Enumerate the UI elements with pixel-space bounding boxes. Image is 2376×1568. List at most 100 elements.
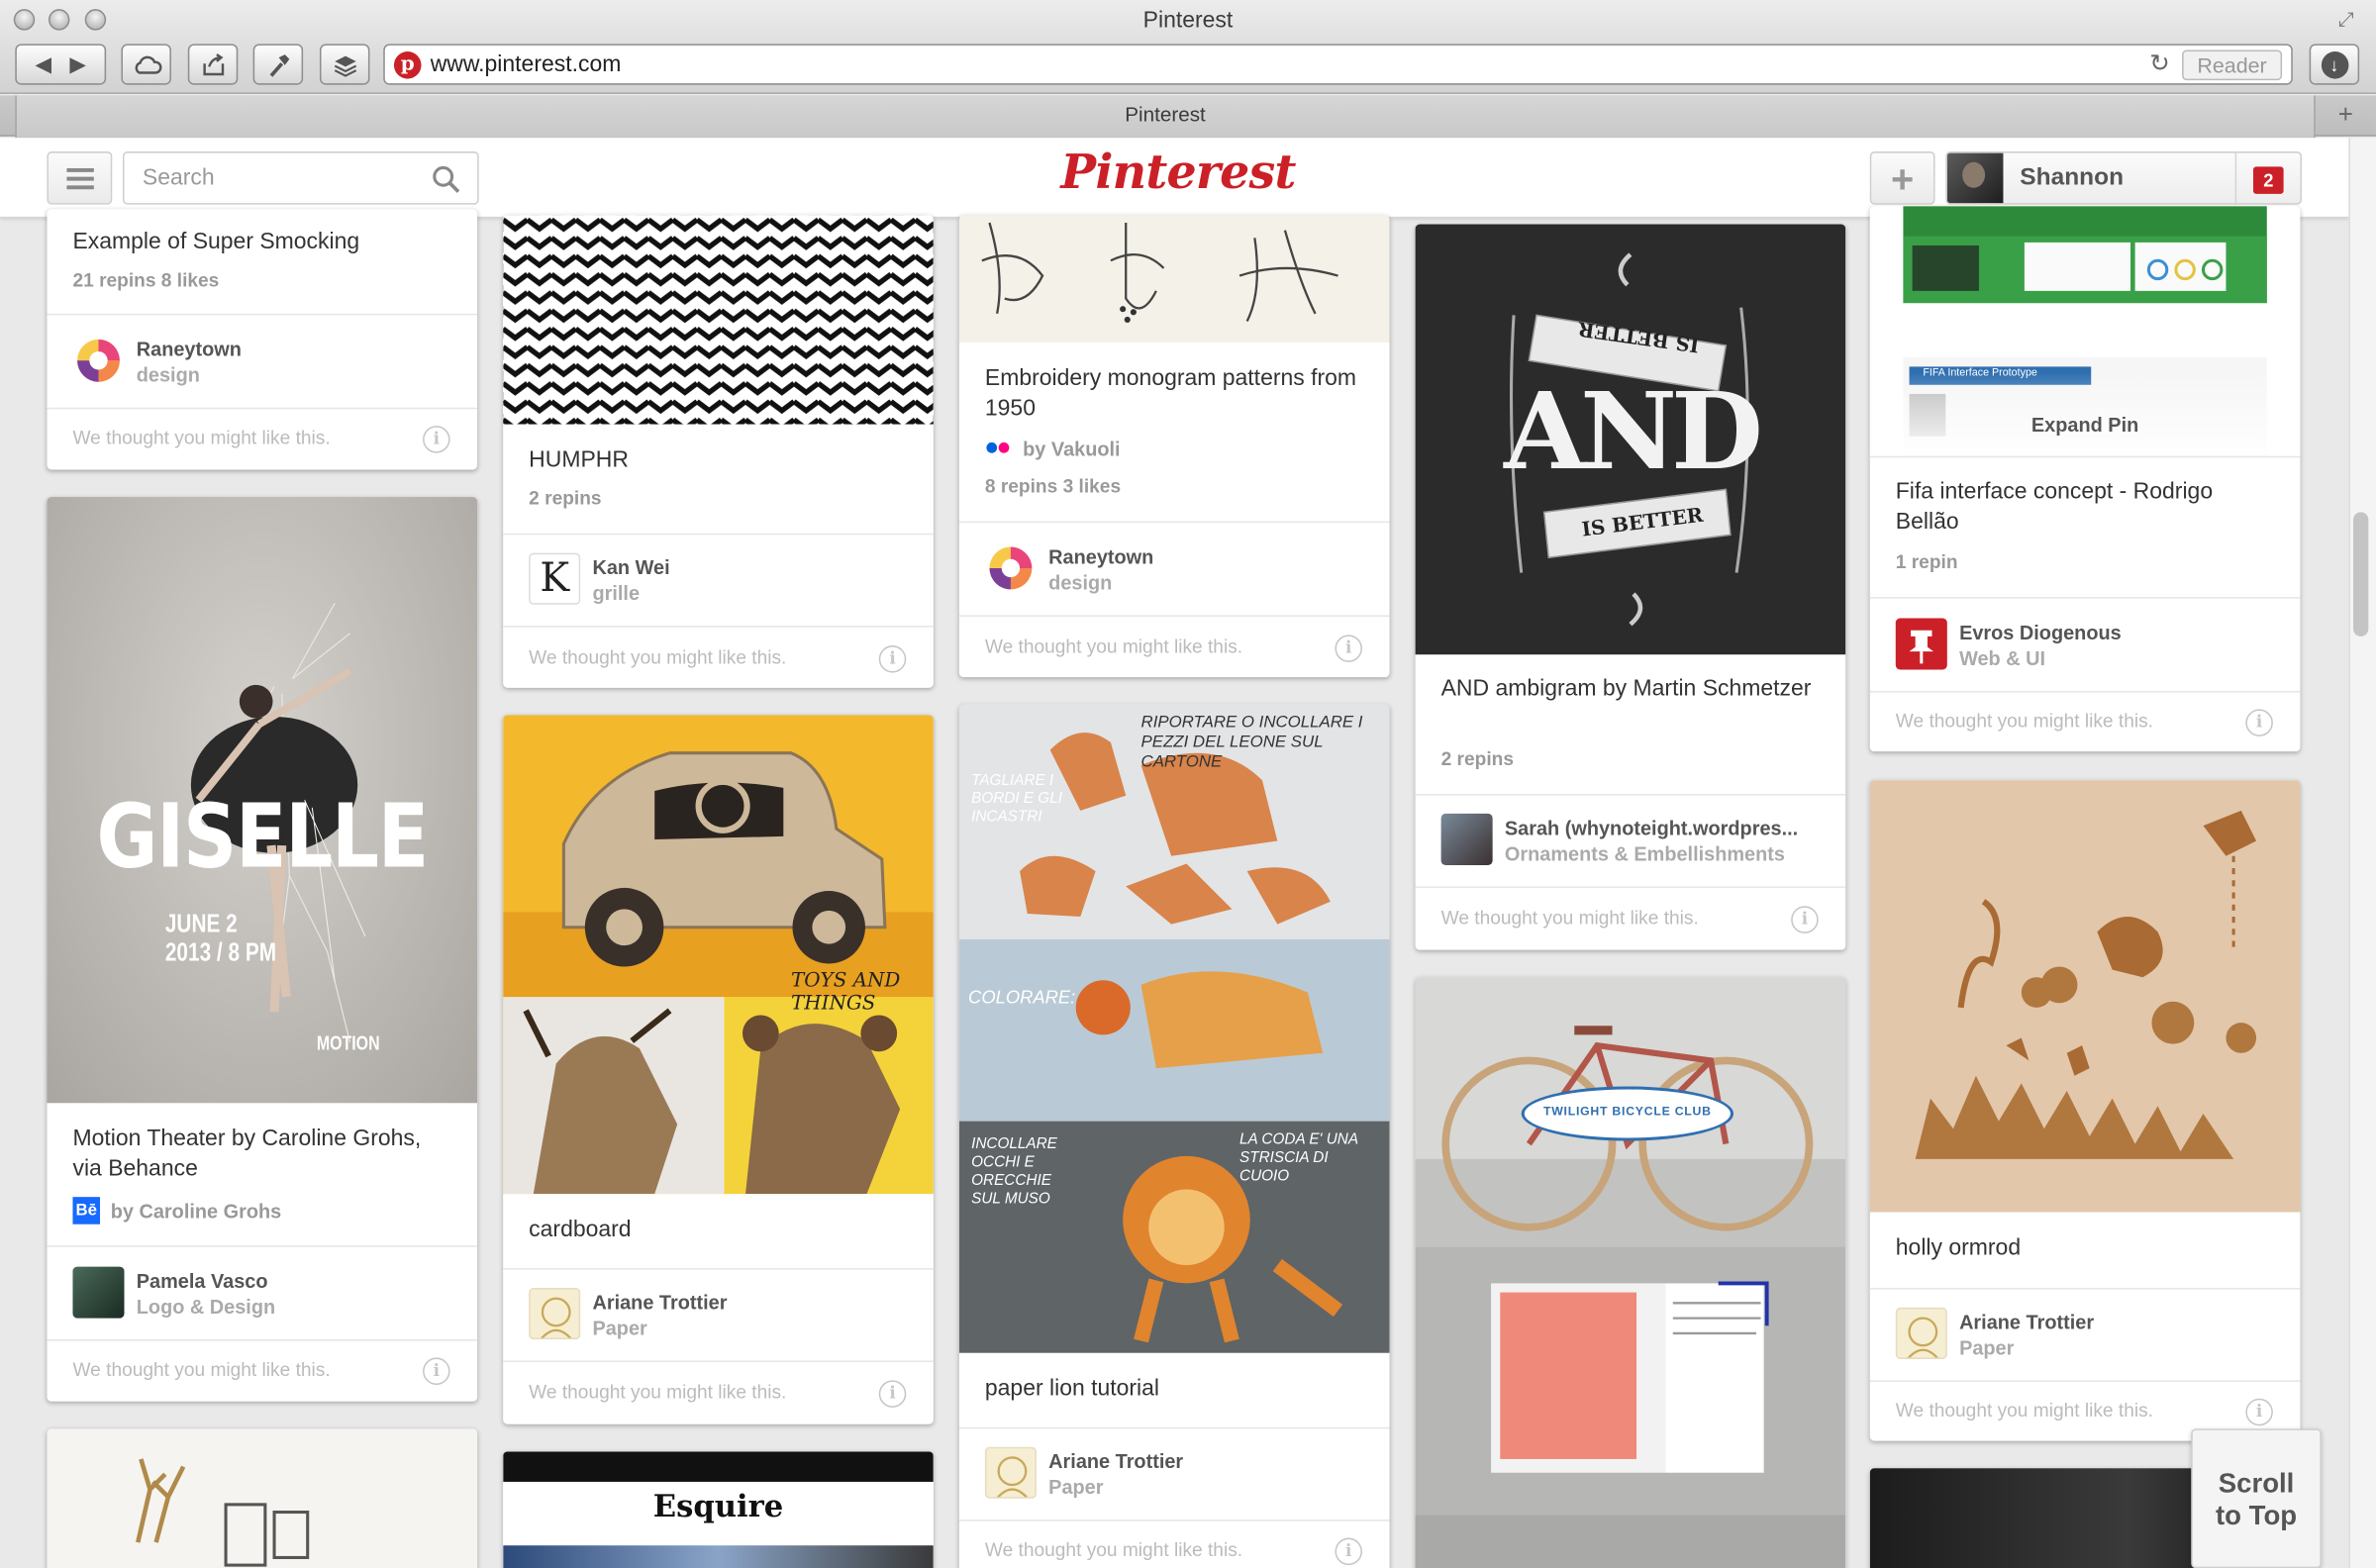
reader-button[interactable]: Reader	[2182, 49, 2283, 81]
hammer-icon	[268, 53, 289, 76]
address-bar[interactable]: p www.pinterest.com ↻ Reader	[383, 44, 2293, 85]
cloud-icon	[134, 54, 161, 73]
menu-button[interactable]	[47, 151, 113, 205]
url-text[interactable]: www.pinterest.com	[431, 51, 622, 77]
pin-title[interactable]: cardboard	[529, 1216, 631, 1246]
tab-pinterest[interactable]: Pinterest	[15, 95, 2316, 139]
pin-card-twilight-bicycle[interactable]: TWILIGHT BICYCLE CLUB	[1415, 977, 1846, 1568]
pin-card-antlers[interactable]	[47, 1428, 478, 1568]
downloads-button[interactable]: ↓	[2309, 44, 2360, 85]
recommendation-text: We thought you might like this.	[984, 636, 1243, 658]
board-name[interactable]: design	[1048, 571, 1112, 594]
pinner-name[interactable]: Raneytown	[137, 338, 242, 360]
avatar[interactable]	[984, 1446, 1037, 1499]
pin-card-cardboard[interactable]: TOYS AND THINGS cardboard Ariane Trottie…	[503, 715, 934, 1424]
pinner-name[interactable]: Raneytown	[1048, 545, 1153, 568]
search-input[interactable]: Search	[122, 151, 479, 205]
avatar[interactable]	[1895, 1307, 1947, 1359]
add-pin-button[interactable]: +	[1869, 151, 1935, 205]
new-tab-icon[interactable]: +	[2327, 98, 2364, 132]
pin-title[interactable]: Fifa interface concept - Rodrigo Bellão	[1896, 477, 2275, 538]
pin-card-motion-theater[interactable]: GISELLE JUNE 2 2013 / 8 PM MOTION Motion…	[47, 497, 478, 1402]
icloud-tabs-button[interactable]	[121, 44, 171, 85]
board-name[interactable]: Web & UI	[1959, 647, 2045, 670]
board-name[interactable]: Ornaments & Embellishments	[1505, 842, 1785, 865]
pin-card-fifa-interface[interactable]: FIFA Interface Prototype Expand Pin Fifa…	[1869, 206, 2301, 752]
scrollbar[interactable]	[2348, 138, 2376, 1568]
pin-source[interactable]: by Vakuoli	[1023, 438, 1120, 460]
pinner-name[interactable]: Evros Diogenous	[1959, 622, 2122, 644]
pin-image[interactable]	[958, 215, 1390, 343]
back-icon[interactable]: ◀	[36, 51, 52, 77]
board-name[interactable]: grille	[592, 582, 640, 605]
avatar[interactable]	[72, 1266, 125, 1319]
pin-source[interactable]: by Caroline Grohs	[111, 1200, 282, 1223]
pin-title[interactable]: HUMPHR	[529, 445, 629, 476]
pin-image[interactable]	[503, 215, 934, 425]
pin-image[interactable]: TWILIGHT BICYCLE CLUB	[1415, 977, 1846, 1568]
pin-title[interactable]: Embroidery monogram patterns from 1950	[985, 363, 1364, 424]
board-name[interactable]: Paper	[592, 1317, 646, 1339]
pin-card-and-ambigram[interactable]: AND IS BETTER IS BETTER AND ambigram by …	[1415, 224, 1846, 950]
pin-image[interactable]	[1869, 780, 2301, 1213]
pinterest-logo[interactable]: Pinterest	[1060, 146, 1296, 200]
expand-pin-button[interactable]: Expand Pin	[1870, 414, 2301, 437]
avatar[interactable]	[984, 541, 1037, 594]
pin-image[interactable]: Esquire	[503, 1451, 934, 1568]
pin-title[interactable]: Example of Super Smocking	[72, 228, 359, 258]
info-icon[interactable]: i	[878, 645, 907, 673]
pin-image[interactable]: AND IS BETTER IS BETTER	[1415, 224, 1846, 655]
info-icon[interactable]: i	[1335, 1537, 1363, 1566]
notifications-button[interactable]: 2	[2234, 152, 2301, 204]
scrollbar-thumb[interactable]	[2353, 512, 2369, 637]
avatar[interactable]	[1895, 618, 1947, 670]
pin-card-paper-lion[interactable]: RIPORTARE O INCOLLARE I PEZZI DEL LEONE …	[958, 704, 1390, 1568]
develop-button[interactable]	[252, 44, 304, 85]
info-icon[interactable]: i	[878, 1380, 907, 1408]
pinner-name[interactable]: Ariane Trottier	[1048, 1450, 1183, 1473]
fullscreen-icon[interactable]: ⤢	[2338, 8, 2354, 32]
pin-card-humphr[interactable]: HUMPHR 2 repins K Kan Wei grille We thou…	[503, 215, 934, 688]
user-menu[interactable]: Shannon 2	[1945, 151, 2302, 205]
reading-list-button[interactable]	[319, 44, 370, 85]
avatar[interactable]: K	[529, 552, 581, 605]
pin-card-esquire[interactable]: Esquire	[503, 1451, 934, 1568]
pin-title[interactable]: Motion Theater by Caroline Grohs, via Be…	[72, 1125, 451, 1185]
avatar[interactable]	[529, 1288, 581, 1340]
info-icon[interactable]: i	[1791, 906, 1819, 933]
avatar[interactable]	[72, 335, 125, 387]
pin-image[interactable]: RIPORTARE O INCOLLARE I PEZZI DEL LEONE …	[958, 704, 1390, 1353]
pin-title[interactable]: AND ambigram by Martin Schmetzer	[1441, 674, 1821, 705]
forward-icon[interactable]: ▶	[69, 51, 86, 77]
image-caption: TOYS AND THINGS	[790, 969, 901, 1016]
pin-image[interactable]: GISELLE JUNE 2 2013 / 8 PM MOTION	[47, 497, 478, 1104]
pin-card-embroidery[interactable]: Embroidery monogram patterns from 1950 b…	[958, 215, 1390, 678]
scroll-to-top-button[interactable]: Scroll to Top	[2191, 1428, 2322, 1568]
pin-image[interactable]: TOYS AND THINGS	[503, 715, 934, 1195]
pinner-name[interactable]: Ariane Trottier	[1959, 1311, 2094, 1333]
info-icon[interactable]: i	[2245, 1398, 2273, 1426]
pinner-name[interactable]: Ariane Trottier	[592, 1291, 727, 1314]
board-name[interactable]: design	[137, 363, 200, 386]
pinner-name[interactable]: Pamela Vasco	[137, 1270, 268, 1293]
pinner-name[interactable]: Sarah (whynoteight.wordpres...	[1505, 817, 1831, 839]
search-icon[interactable]	[432, 165, 460, 194]
pin-card-super-smocking[interactable]: Example of Super Smocking 21 repins 8 li…	[47, 209, 478, 470]
pin-image[interactable]	[47, 1428, 478, 1568]
board-name[interactable]: Paper	[1048, 1476, 1103, 1499]
info-icon[interactable]: i	[1335, 635, 1363, 662]
board-name[interactable]: Paper	[1959, 1336, 2014, 1359]
pin-image[interactable]: FIFA Interface Prototype Expand Pin	[1869, 206, 2301, 456]
back-forward-buttons[interactable]: ◀ ▶	[15, 44, 107, 85]
pin-title[interactable]: holly ormrod	[1896, 1233, 2021, 1264]
board-name[interactable]: Logo & Design	[137, 1296, 275, 1319]
share-button[interactable]	[187, 44, 239, 85]
info-icon[interactable]: i	[423, 1357, 450, 1385]
reload-icon[interactable]: ↻	[2149, 49, 2170, 79]
info-icon[interactable]: i	[2245, 709, 2273, 736]
info-icon[interactable]: i	[423, 426, 450, 453]
avatar[interactable]	[1440, 813, 1493, 865]
pin-card-holly-ormrod[interactable]: holly ormrod Ariane Trottier Paper We th…	[1869, 780, 2301, 1441]
pinner-name[interactable]: Kan Wei	[592, 556, 669, 579]
pin-title[interactable]: paper lion tutorial	[985, 1374, 1159, 1405]
